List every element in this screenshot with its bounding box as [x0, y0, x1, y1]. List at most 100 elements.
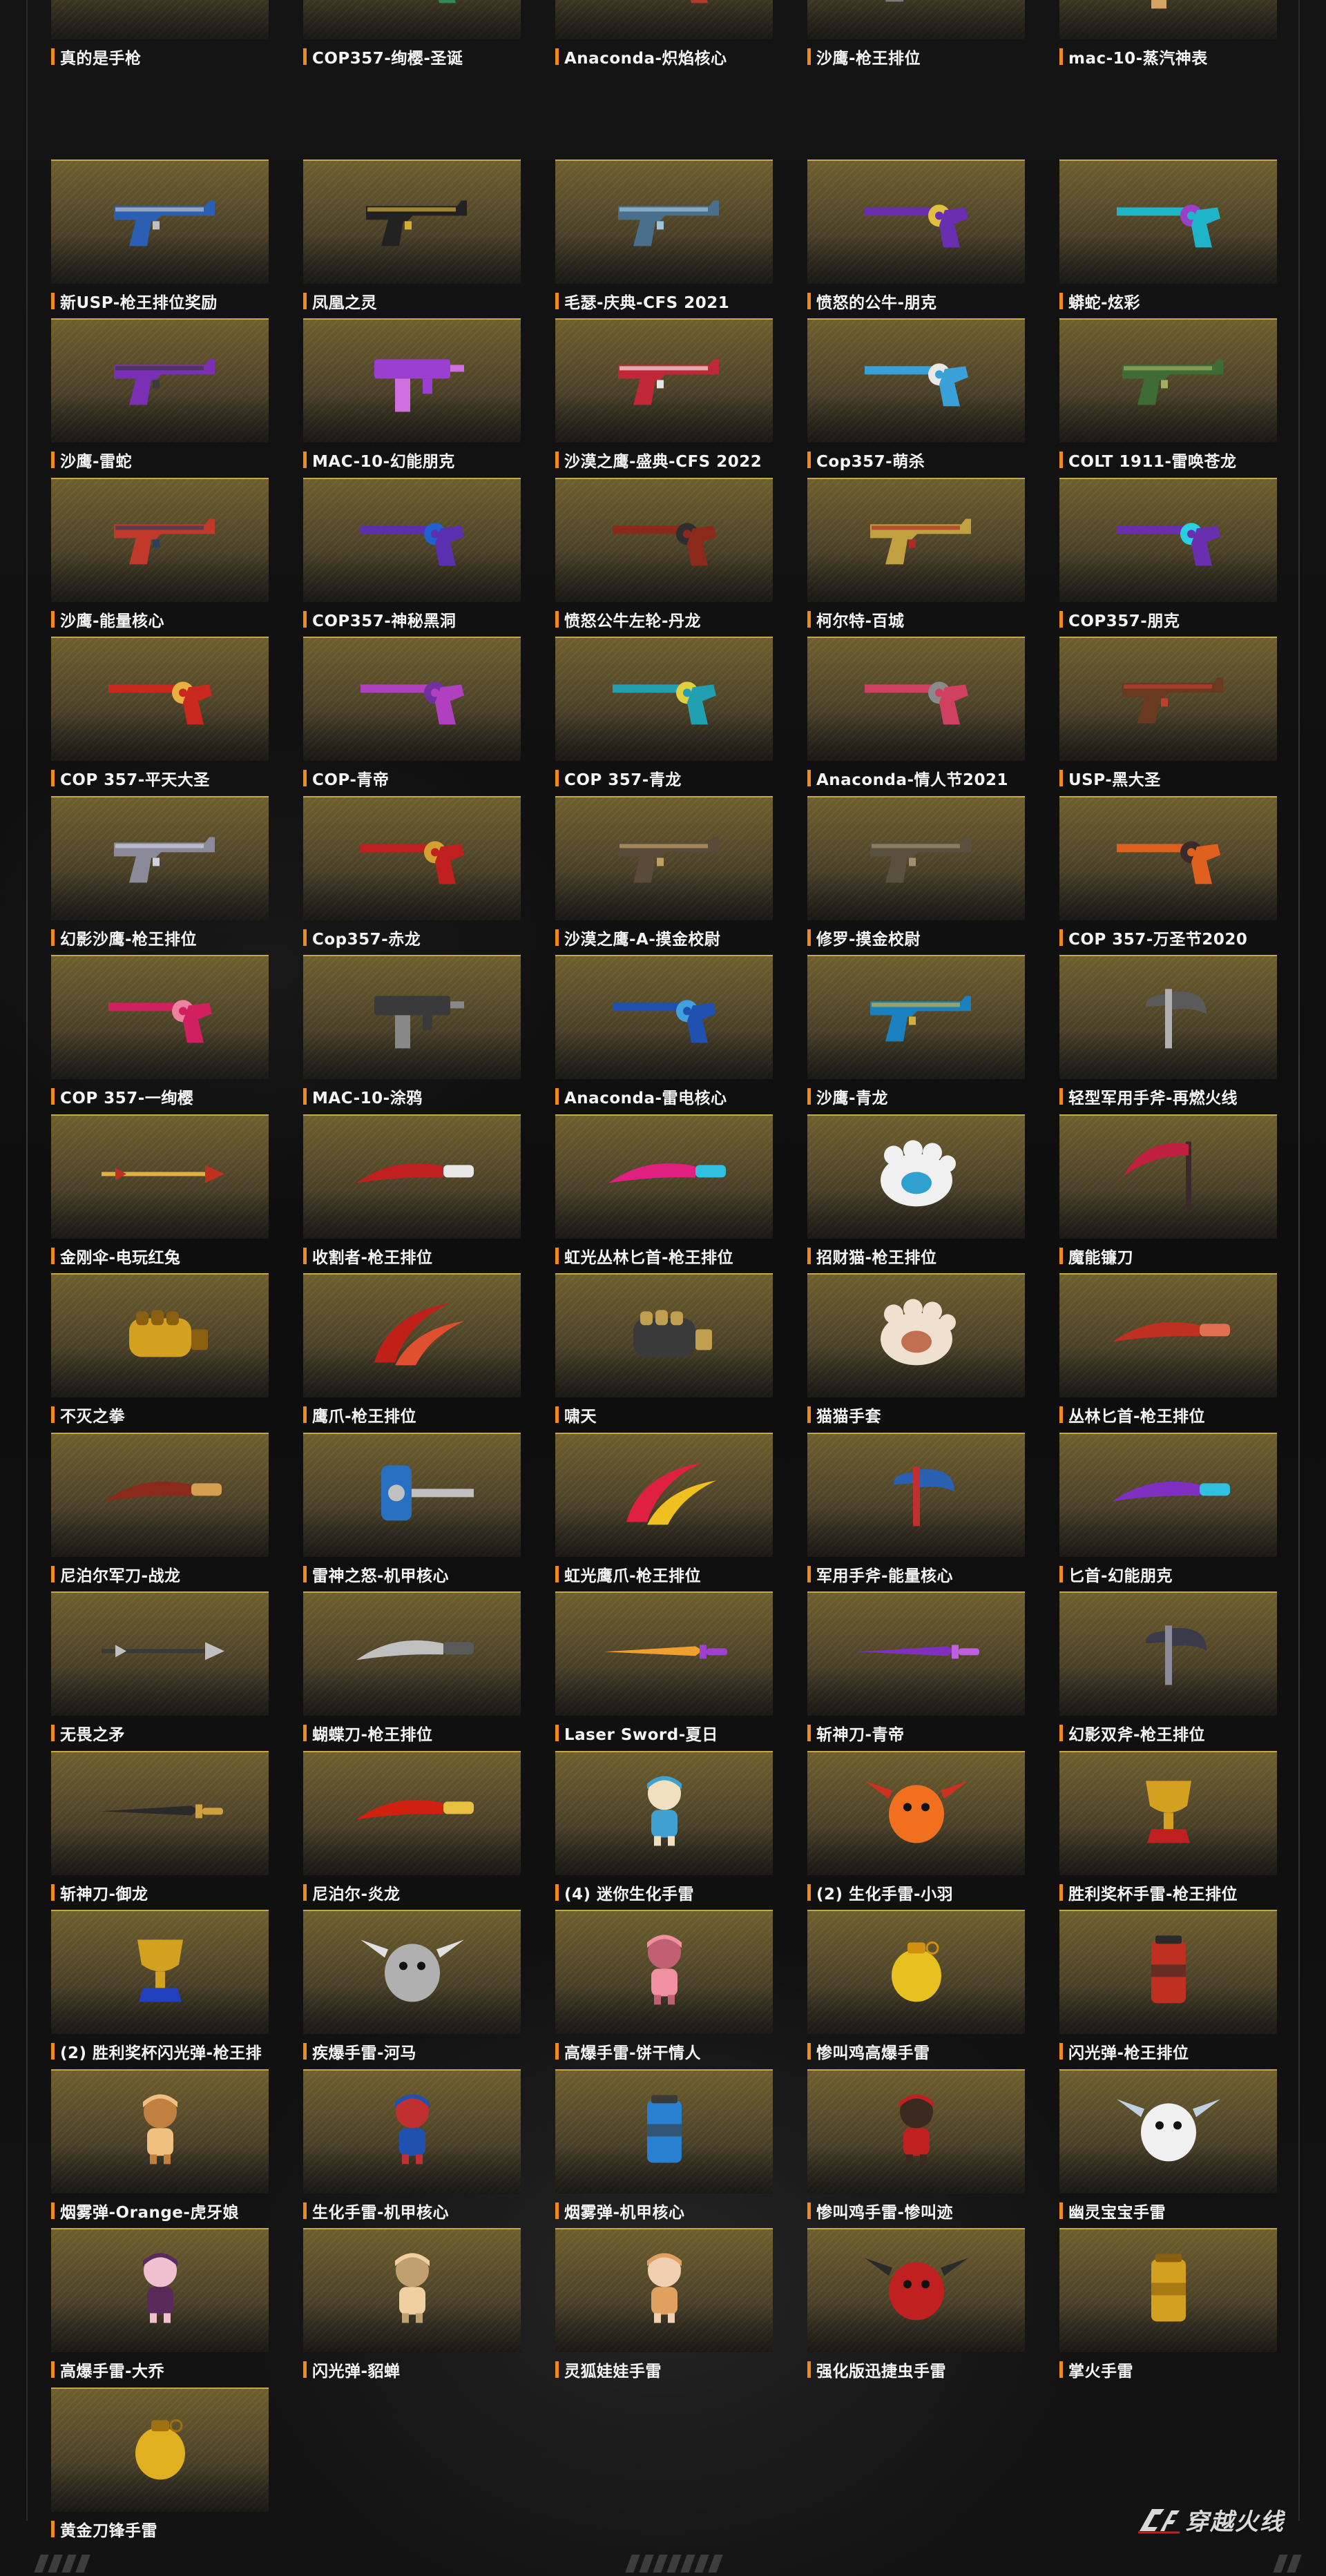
item-tile[interactable]: 沙鹰-青龙 — [807, 955, 1025, 1114]
item-tile[interactable]: 真的是手枪 — [51, 0, 269, 75]
item-tile[interactable]: 斩神刀-青帝 — [807, 1591, 1025, 1751]
item-card[interactable] — [1059, 955, 1277, 1079]
item-card[interactable] — [1059, 477, 1277, 602]
item-card[interactable] — [51, 1273, 269, 1397]
item-tile[interactable]: 蝴蝶刀-枪王排位 — [303, 1591, 521, 1751]
item-tile[interactable]: 愤怒的公牛-朋克 — [807, 159, 1025, 319]
item-tile[interactable]: MAC-10-涂鸦 — [303, 955, 521, 1114]
item-tile[interactable]: 猫猫手套 — [807, 1273, 1025, 1433]
item-tile[interactable]: 丛林匕首-枪王排位 — [1059, 1273, 1277, 1433]
item-card[interactable] — [51, 637, 269, 761]
item-card[interactable] — [807, 318, 1025, 443]
item-card[interactable] — [303, 1750, 521, 1875]
item-tile[interactable]: COP357-朋克 — [1059, 477, 1277, 637]
item-card[interactable] — [807, 795, 1025, 920]
item-card[interactable] — [303, 1591, 521, 1716]
item-card[interactable] — [807, 1273, 1025, 1397]
item-card[interactable] — [555, 1750, 773, 1875]
item-tile[interactable]: 生化手雷-机甲核心 — [303, 2069, 521, 2229]
item-card[interactable] — [51, 955, 269, 1079]
item-tile[interactable]: COP 357-万圣节2020 — [1059, 795, 1277, 956]
item-card[interactable] — [555, 477, 773, 602]
item-tile[interactable]: 收割者-枪王排位 — [303, 1114, 521, 1274]
item-card[interactable] — [807, 1591, 1025, 1716]
item-card[interactable] — [1059, 1273, 1277, 1397]
item-card[interactable] — [555, 1114, 773, 1239]
item-card[interactable] — [555, 1432, 773, 1557]
item-card[interactable] — [807, 1432, 1025, 1557]
item-card[interactable] — [51, 318, 269, 443]
item-card[interactable] — [303, 2069, 521, 2194]
item-tile[interactable]: 黄金刀锋手雷 — [51, 2387, 269, 2547]
item-tile[interactable]: COP-青帝 — [303, 637, 521, 796]
item-tile[interactable]: 惨叫鸡手雷-惨叫迹 — [807, 2069, 1025, 2229]
item-card[interactable] — [555, 637, 773, 761]
item-card[interactable] — [51, 2228, 269, 2352]
item-card[interactable] — [303, 159, 521, 284]
item-card[interactable] — [51, 1432, 269, 1557]
item-tile[interactable]: 疾爆手雷-河马 — [303, 1910, 521, 2069]
item-card[interactable] — [555, 318, 773, 443]
item-tile[interactable]: 高爆手雷-饼干情人 — [555, 1910, 773, 2069]
item-tile[interactable]: mac-10-蒸汽神表 — [1059, 0, 1277, 75]
item-card[interactable] — [1059, 1910, 1277, 2034]
item-tile[interactable]: Laser Sword-夏日 — [555, 1591, 773, 1751]
item-card[interactable] — [1059, 1114, 1277, 1239]
item-tile[interactable]: 鹰爪-枪王排位 — [303, 1273, 521, 1433]
item-tile[interactable]: 烟雾弹-机甲核心 — [555, 2069, 773, 2229]
item-card[interactable] — [1059, 159, 1277, 284]
item-card[interactable] — [807, 637, 1025, 761]
item-tile[interactable]: 愤怒公牛左轮-丹龙 — [555, 477, 773, 637]
item-tile[interactable]: 沙鹰-能量核心 — [51, 477, 269, 637]
item-card[interactable] — [303, 1114, 521, 1239]
item-tile[interactable]: 蟒蛇-炫彩 — [1059, 159, 1277, 319]
item-card[interactable] — [1059, 2228, 1277, 2352]
item-card[interactable] — [555, 159, 773, 284]
item-tile[interactable]: 强化版迅捷虫手雷 — [807, 2228, 1025, 2388]
item-card[interactable] — [303, 0, 521, 39]
item-tile[interactable]: 惨叫鸡高爆手雷 — [807, 1910, 1025, 2069]
item-tile[interactable]: 军用手斧-能量核心 — [807, 1432, 1025, 1592]
item-tile[interactable]: 不灭之拳 — [51, 1273, 269, 1433]
item-tile[interactable]: 柯尔特-百城 — [807, 477, 1025, 637]
item-tile[interactable]: 魔能镰刀 — [1059, 1114, 1277, 1274]
item-card[interactable] — [51, 795, 269, 920]
item-tile[interactable]: COP357-神秘黑洞 — [303, 477, 521, 637]
item-tile[interactable]: 烟雾弹-Orange-虎牙娘 — [51, 2069, 269, 2229]
item-card[interactable] — [807, 477, 1025, 602]
item-card[interactable] — [807, 1114, 1025, 1239]
item-card[interactable] — [303, 1432, 521, 1557]
item-card[interactable] — [303, 477, 521, 602]
item-card[interactable] — [303, 318, 521, 443]
item-card[interactable] — [807, 2228, 1025, 2352]
item-card[interactable] — [1059, 1432, 1277, 1557]
item-tile[interactable]: 沙漠之鹰-A-摸金校尉 — [555, 795, 773, 956]
item-card[interactable] — [807, 159, 1025, 284]
item-tile[interactable]: 无畏之矛 — [51, 1591, 269, 1751]
item-card[interactable] — [555, 1591, 773, 1716]
item-card[interactable] — [807, 0, 1025, 39]
item-tile[interactable]: 雷神之怒-机甲核心 — [303, 1432, 521, 1592]
item-tile[interactable]: Anaconda-炽焰核心 — [555, 0, 773, 75]
item-tile[interactable]: 掌火手雷 — [1059, 2228, 1277, 2388]
item-card[interactable] — [51, 2069, 269, 2194]
item-card[interactable] — [51, 0, 269, 39]
item-tile[interactable]: 修罗-摸金校尉 — [807, 795, 1025, 956]
item-tile[interactable]: 胜利奖杯手雷-枪王排位 — [1059, 1750, 1277, 1910]
item-tile[interactable]: 尼泊尔-炎龙 — [303, 1750, 521, 1910]
item-tile[interactable]: 幽灵宝宝手雷 — [1059, 2069, 1277, 2229]
item-tile[interactable]: 凤凰之灵 — [303, 159, 521, 319]
item-tile[interactable]: 幻影沙鹰-枪王排位 — [51, 795, 269, 956]
item-card[interactable] — [1059, 2069, 1277, 2194]
item-tile[interactable]: 闪光弹-貂蝉 — [303, 2228, 521, 2388]
item-card[interactable] — [555, 1273, 773, 1397]
item-tile[interactable]: 沙鹰-雷蛇 — [51, 318, 269, 478]
item-card[interactable] — [555, 0, 773, 39]
item-tile[interactable]: 匕首-幻能朋克 — [1059, 1432, 1277, 1592]
item-tile[interactable]: 虹光鹰爪-枪王排位 — [555, 1432, 773, 1592]
item-tile[interactable]: 金刚伞-电玩红兔 — [51, 1114, 269, 1274]
item-tile[interactable]: Cop357-赤龙 — [303, 795, 521, 956]
item-card[interactable] — [51, 159, 269, 284]
item-tile[interactable]: COLT 1911-雷唤苍龙 — [1059, 318, 1277, 478]
item-tile[interactable]: 闪光弹-枪王排位 — [1059, 1910, 1277, 2069]
